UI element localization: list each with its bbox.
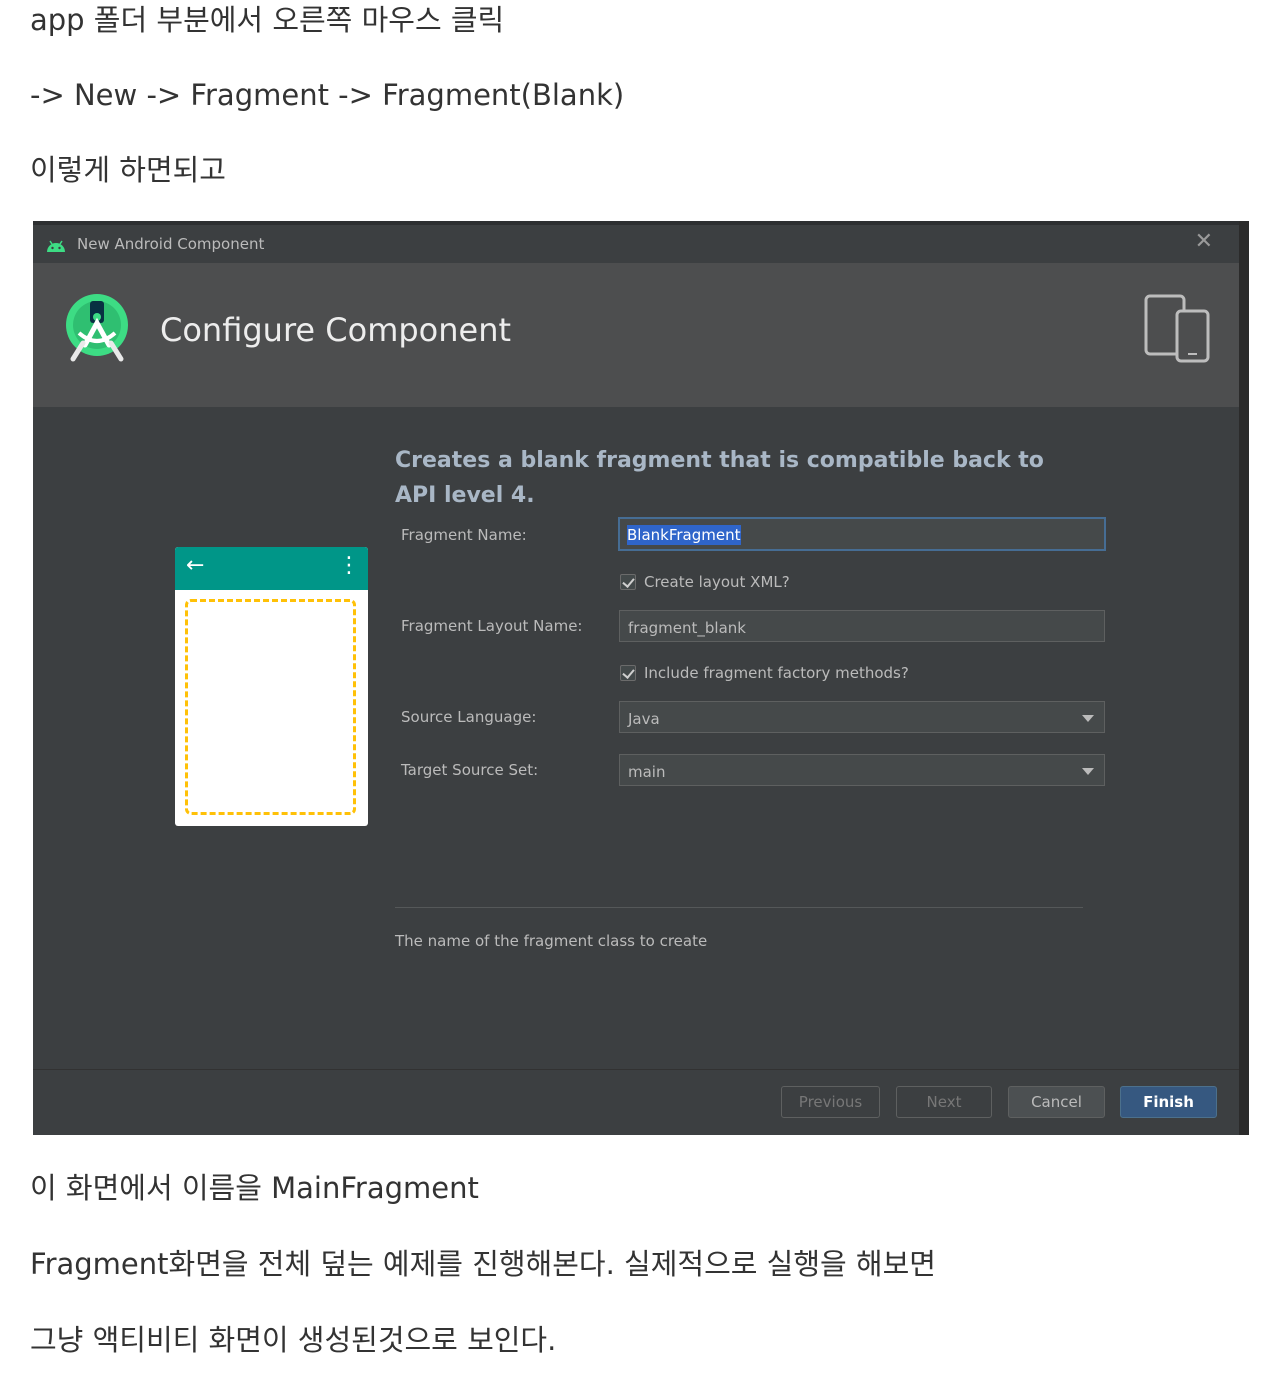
next-button[interactable]: Next xyxy=(896,1086,992,1118)
article-line-6: 그냥 액티비티 화면이 생성된것으로 보인다. xyxy=(30,1323,557,1357)
article-line-3: 이렇게 하면되고 xyxy=(30,153,226,187)
help-divider xyxy=(395,907,1083,908)
field-help-text: The name of the fragment class to create xyxy=(395,932,708,950)
factory-methods-checkbox-row[interactable]: Include fragment factory methods? xyxy=(620,664,909,682)
fragment-name-value: BlankFragment xyxy=(627,525,741,545)
layout-name-label: Fragment Layout Name: xyxy=(401,617,583,635)
factory-methods-label: Include fragment factory methods? xyxy=(644,664,909,682)
component-description: Creates a blank fragment that is compati… xyxy=(395,448,1044,508)
dialog-footer: Previous Next Cancel Finish xyxy=(33,1069,1239,1135)
article-line-5: Fragment화면을 전체 덮는 예제를 진행해본다. 실제적으로 실행을 해… xyxy=(30,1247,936,1281)
fragment-preview: ← ⋮ xyxy=(175,547,368,826)
dialog-heading: Configure Component xyxy=(160,311,512,349)
source-language-value: Java xyxy=(628,710,660,728)
fragment-placeholder xyxy=(185,599,356,815)
layout-name-value: fragment_blank xyxy=(628,619,746,637)
create-layout-checkbox-row[interactable]: Create layout XML? xyxy=(620,573,790,591)
layout-name-input[interactable]: fragment_blank xyxy=(619,610,1105,642)
article-line-2: -> New -> Fragment -> Fragment(Blank) xyxy=(30,78,625,112)
create-layout-label: Create layout XML? xyxy=(644,573,790,591)
dialog-titlebar: New Android Component ✕ xyxy=(33,225,1239,263)
preview-app-bar: ← ⋮ xyxy=(175,547,368,590)
fragment-name-label: Fragment Name: xyxy=(401,526,527,544)
target-source-set-label: Target Source Set: xyxy=(401,761,539,779)
previous-button[interactable]: Previous xyxy=(781,1086,880,1118)
back-arrow-icon: ← xyxy=(186,553,205,578)
more-menu-icon: ⋮ xyxy=(338,553,360,578)
target-source-set-value: main xyxy=(628,763,666,781)
article-line-4: 이 화면에서 이름을 MainFragment xyxy=(30,1171,479,1205)
target-source-set-select[interactable]: main xyxy=(619,754,1105,786)
source-language-select[interactable]: Java xyxy=(619,701,1105,733)
android-studio-logo-icon xyxy=(63,293,131,369)
dropdown-arrow-icon xyxy=(1082,715,1094,722)
dialog-screenshot: New Android Component ✕ Configure Compon… xyxy=(33,221,1249,1135)
article-line-1: app 폴더 부분에서 오른쪽 마우스 클릭 xyxy=(30,3,505,37)
fragment-name-input[interactable]: BlankFragment xyxy=(618,517,1106,551)
factory-methods-checkbox[interactable] xyxy=(620,665,636,681)
cancel-button[interactable]: Cancel xyxy=(1008,1086,1105,1118)
finish-button[interactable]: Finish xyxy=(1120,1086,1217,1118)
android-head-icon xyxy=(45,238,67,257)
devices-icon xyxy=(1143,293,1211,369)
dialog-window-title: New Android Component xyxy=(77,235,265,253)
create-layout-checkbox[interactable] xyxy=(620,574,636,590)
close-icon[interactable]: ✕ xyxy=(1195,229,1213,254)
source-language-label: Source Language: xyxy=(401,708,537,726)
dialog-header: Configure Component xyxy=(33,263,1239,407)
dropdown-arrow-icon xyxy=(1082,768,1094,775)
